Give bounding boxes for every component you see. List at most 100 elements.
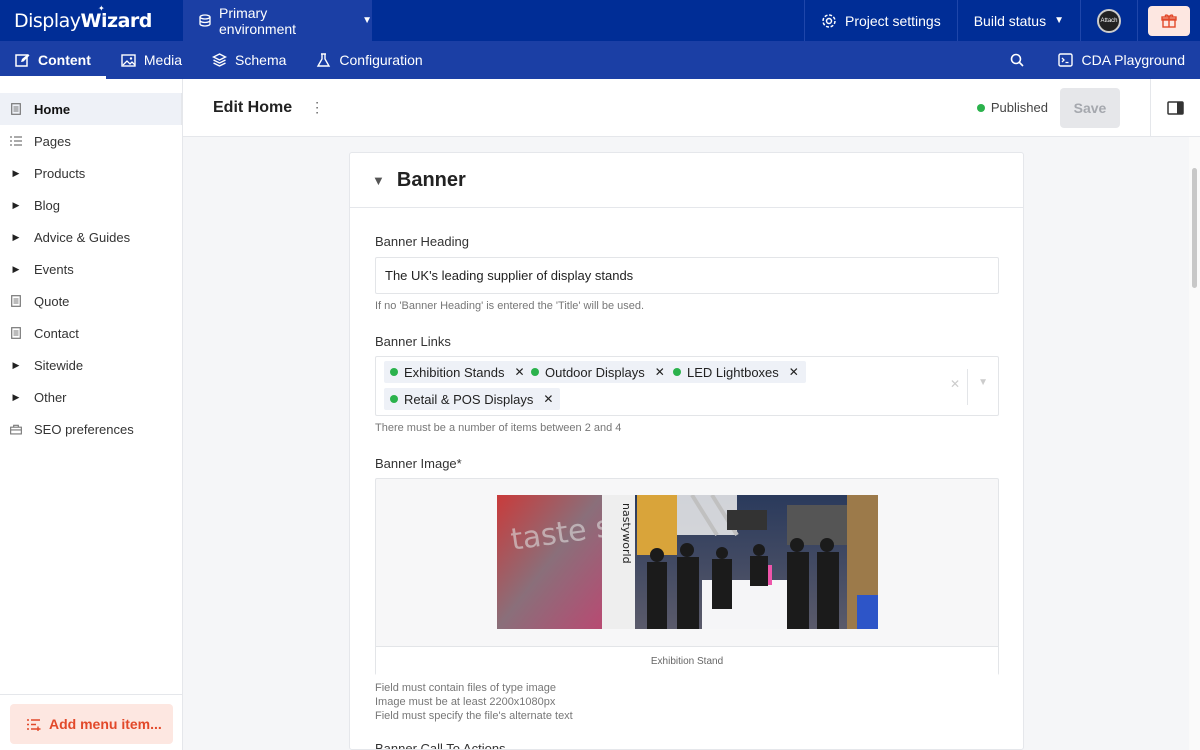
tab-configuration-label: Configuration	[339, 52, 423, 68]
banner-section-header[interactable]: ▼ Banner	[350, 153, 1023, 208]
remove-icon[interactable]: ✕	[655, 365, 665, 379]
sidebar-item-label: Pages	[34, 133, 71, 149]
sidebar-item-advice-guides[interactable]: ▶ Advice & Guides	[0, 221, 182, 253]
avatar-button[interactable]: Attach	[1080, 0, 1137, 41]
save-button[interactable]: Save	[1060, 87, 1120, 128]
banner-links-help: There must be a number of items between …	[375, 422, 622, 434]
sidebar-item-label: Events	[34, 261, 74, 277]
sidebar-item-blog[interactable]: ▶ Blog	[0, 189, 182, 221]
terminal-icon	[1058, 53, 1074, 67]
add-menu-item-button[interactable]: Add menu item...	[10, 704, 173, 744]
sidebar-item-pages[interactable]: Pages	[0, 125, 182, 157]
tab-schema-label: Schema	[235, 52, 287, 68]
clear-icon[interactable]: ✕	[950, 377, 960, 391]
banner-heading-label: Banner Heading	[375, 234, 469, 249]
link-chip-label: Retail & POS Displays	[404, 391, 534, 407]
image-help-line: Field must specify the file's alternate …	[375, 710, 573, 722]
caret-right-icon: ▶	[12, 263, 20, 274]
tab-configuration[interactable]: Configuration	[301, 41, 437, 79]
caret-right-icon: ▶	[12, 167, 20, 178]
collapse-triangle-icon[interactable]: ▼	[372, 173, 385, 188]
remove-icon[interactable]: ✕	[514, 365, 524, 379]
sidebar-item-other[interactable]: ▶ Other	[0, 381, 182, 413]
link-chip: Exhibition Stands ✕	[384, 361, 532, 383]
banner-links-label: Banner Links	[375, 334, 451, 349]
sparkle-icon: ✦	[98, 4, 105, 13]
chevron-down-icon: ▼	[362, 15, 373, 26]
image-help-line: Image must be at least 2200x1080px	[375, 696, 556, 708]
logo[interactable]: Display Wizard ✦	[0, 0, 183, 41]
sidebar-item-quote[interactable]: Quote	[0, 285, 182, 317]
scrollbar-thumb[interactable]	[1192, 168, 1197, 288]
chevron-down-icon[interactable]: ▼	[978, 377, 988, 388]
cda-playground-button[interactable]: CDA Playground	[1042, 41, 1200, 79]
banner-image[interactable]: taste style nastyworld	[497, 495, 878, 629]
sidebar-item-label: Products	[34, 165, 86, 181]
tab-schema[interactable]: Schema	[197, 41, 301, 79]
sidebar-item-home[interactable]: Home	[0, 93, 182, 125]
link-chip-label: LED Lightboxes	[687, 364, 779, 380]
search-button[interactable]	[992, 41, 1042, 79]
avatar: Attach	[1097, 8, 1121, 33]
layers-icon	[212, 53, 228, 67]
sidebar-item-products[interactable]: ▶ Products	[0, 157, 182, 189]
exhibition-photo: taste style nastyworld	[497, 495, 878, 629]
sidebar-item-label: Home	[34, 101, 71, 117]
sidebar-item-label: Advice & Guides	[34, 229, 131, 245]
tab-content[interactable]: Content	[0, 41, 106, 79]
status-dot-icon	[390, 395, 398, 403]
remove-icon[interactable]: ✕	[789, 365, 799, 379]
sidebar-item-contact[interactable]: Contact	[0, 317, 182, 349]
page-icon	[10, 295, 22, 307]
caret-right-icon: ▶	[12, 359, 20, 370]
more-options-icon[interactable]: ⋮	[310, 99, 324, 116]
add-menu-item-label: Add menu item...	[49, 716, 162, 732]
banner-image-help: Field must contain files of type image I…	[375, 681, 999, 723]
section-title: Banner	[396, 168, 466, 191]
sidebar-item-label: Contact	[34, 325, 79, 341]
banner-image-box[interactable]: taste style nastyworld Exhibition Stand	[375, 478, 999, 675]
banner-heading-input[interactable]: The UK's leading supplier of display sta…	[375, 257, 999, 294]
tab-media[interactable]: Media	[106, 41, 197, 79]
sidebar-item-label: Quote	[34, 293, 70, 309]
sidebar-panel-toggle[interactable]	[1150, 78, 1200, 137]
chevron-down-icon: ▼	[1054, 15, 1064, 26]
image-preview-area: taste style nastyworld	[376, 479, 998, 647]
search-icon	[1011, 53, 1025, 67]
sidebar-item-events[interactable]: ▶ Events	[0, 253, 182, 285]
banner-links-select[interactable]: Exhibition Stands ✕ Outdoor Displays ✕ L…	[375, 356, 999, 416]
banner-cta-field: Banner Call To Actions	[375, 741, 999, 750]
banner-cta-label: Banner Call To Actions	[375, 741, 506, 750]
status-dot-icon	[531, 368, 539, 376]
environment-selector[interactable]: Primary environment ▼	[183, 0, 372, 41]
remove-icon[interactable]: ✕	[543, 392, 553, 406]
status-badge: Published	[976, 100, 1048, 115]
image-icon	[121, 53, 136, 67]
link-chip: LED Lightboxes ✕	[667, 361, 806, 383]
link-chip-label: Outdoor Displays	[545, 364, 645, 380]
page-title: Edit Home	[213, 98, 293, 116]
link-chip: Outdoor Displays ✕	[525, 361, 672, 383]
link-chip: Retail & POS Displays ✕	[384, 388, 561, 410]
gift-area	[1137, 0, 1200, 41]
logo-text-part1: Display	[14, 9, 81, 32]
page-icon	[10, 103, 22, 115]
project-settings-label: Project settings	[845, 12, 941, 29]
divider	[0, 694, 183, 695]
main-nav: Content Media Schema Configuration CDA P…	[0, 41, 1200, 79]
banner-image-label: Banner Image*	[375, 456, 462, 471]
gift-icon	[1161, 13, 1177, 28]
project-settings-button[interactable]: Project settings	[804, 0, 957, 41]
caret-right-icon: ▶	[12, 391, 20, 402]
sidebar-item-sitewide[interactable]: ▶ Sitewide	[0, 349, 182, 381]
build-status-button[interactable]: Build status ▼	[956, 0, 1080, 41]
sidebar-item-label: SEO preferences	[34, 421, 134, 437]
tab-content-label: Content	[38, 52, 91, 68]
banner-heading-help: If no 'Banner Heading' is entered the 'T…	[375, 300, 645, 312]
banner-image-field: Banner Image* taste style nastyworld Exh…	[375, 456, 999, 723]
gift-button[interactable]	[1148, 5, 1190, 36]
status-label: Published	[990, 100, 1048, 115]
sidebar-item-seo-preferences[interactable]: SEO preferences	[0, 413, 182, 445]
svg-text:nastyworld: nastyworld	[620, 503, 633, 564]
toolbox-icon	[10, 424, 22, 435]
